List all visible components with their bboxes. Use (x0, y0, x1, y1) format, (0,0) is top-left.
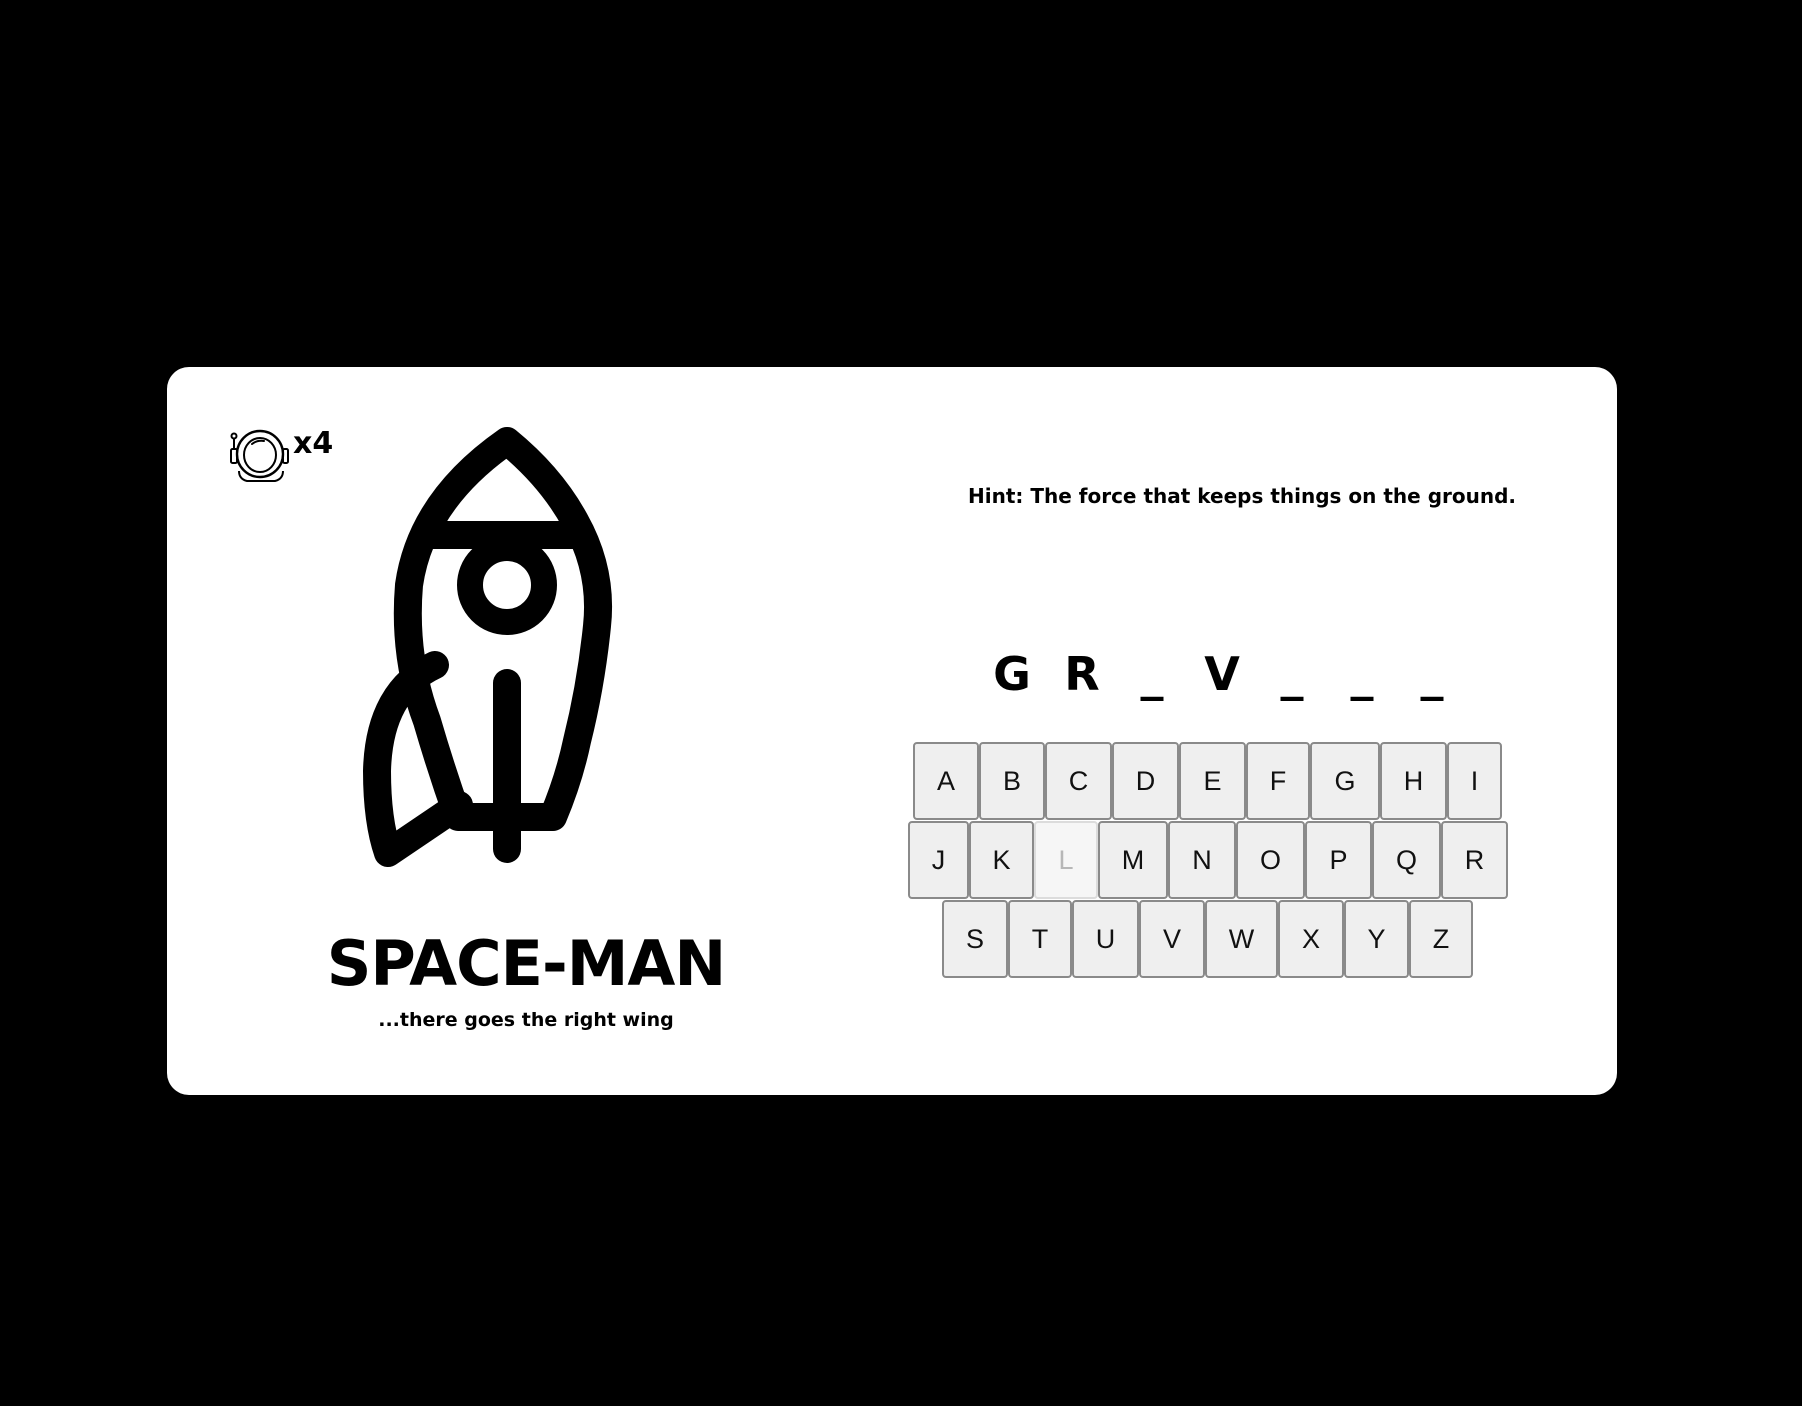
key-o[interactable]: O (1236, 821, 1305, 899)
hint-text: Hint: The force that keeps things on the… (968, 484, 1516, 508)
keyboard-row-3: S T U V W X Y Z (942, 900, 1473, 978)
key-g[interactable]: G (1310, 742, 1380, 820)
lives-count: x4 (293, 426, 334, 461)
key-b[interactable]: B (979, 742, 1045, 820)
key-p[interactable]: P (1305, 821, 1372, 899)
astronaut-helmet-icon (229, 427, 291, 485)
key-k[interactable]: K (969, 821, 1034, 899)
key-u[interactable]: U (1072, 900, 1139, 978)
key-s[interactable]: S (942, 900, 1008, 978)
key-h[interactable]: H (1380, 742, 1447, 820)
key-f[interactable]: F (1246, 742, 1310, 820)
key-j[interactable]: J (908, 821, 969, 899)
letter-slot: R (1064, 647, 1100, 701)
keyboard-row-1: A B C D E F G H I (913, 742, 1502, 820)
key-a[interactable]: A (913, 742, 979, 820)
rocket-icon (355, 421, 655, 885)
game-card: x4 SPACE-MAN ...there goes the right win… (167, 367, 1617, 1095)
key-n[interactable]: N (1168, 821, 1236, 899)
lives-indicator: x4 (229, 427, 333, 485)
key-d[interactable]: D (1112, 742, 1179, 820)
key-c[interactable]: C (1045, 742, 1112, 820)
key-z[interactable]: Z (1409, 900, 1473, 978)
key-y[interactable]: Y (1344, 900, 1409, 978)
key-e[interactable]: E (1179, 742, 1246, 820)
key-q[interactable]: Q (1372, 821, 1441, 899)
key-m[interactable]: M (1098, 821, 1168, 899)
key-t[interactable]: T (1008, 900, 1072, 978)
letter-slot: _ (1140, 647, 1164, 701)
letter-slot: _ (1280, 647, 1304, 701)
letter-slot: G (993, 647, 1031, 701)
key-r[interactable]: R (1441, 821, 1508, 899)
key-v[interactable]: V (1139, 900, 1205, 978)
letter-slot: _ (1350, 647, 1374, 701)
key-i[interactable]: I (1447, 742, 1502, 820)
key-l[interactable]: L (1034, 821, 1098, 899)
game-title: SPACE-MAN (326, 927, 727, 1000)
key-w[interactable]: W (1205, 900, 1278, 978)
letter-slot: V (1204, 647, 1240, 701)
letter-slot: _ (1420, 647, 1444, 701)
status-message: ...there goes the right wing (378, 1009, 674, 1031)
keyboard-row-2: J K L M N O P Q R (908, 821, 1508, 899)
key-x[interactable]: X (1278, 900, 1344, 978)
